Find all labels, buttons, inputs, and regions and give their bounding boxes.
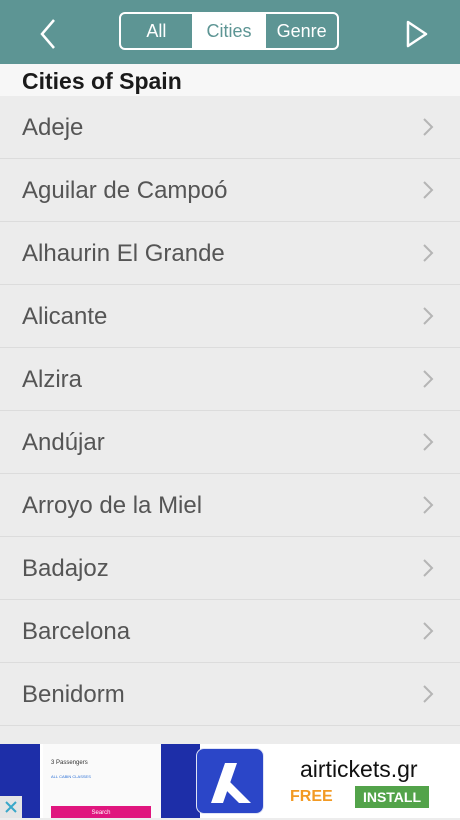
list-item-label: Badajoz bbox=[22, 555, 109, 582]
list-item-label: Alzira bbox=[22, 366, 83, 393]
list-item-label: Aguilar de Campoó bbox=[22, 177, 228, 204]
chevron-right-icon bbox=[423, 370, 434, 388]
section-header: Cities of Spain bbox=[0, 64, 460, 96]
list-item[interactable]: Alhaurin El Grande bbox=[0, 222, 460, 285]
ad-close-button[interactable] bbox=[0, 796, 22, 818]
chevron-right-icon bbox=[423, 307, 434, 325]
list-item-label: Arroyo de la Miel bbox=[22, 492, 203, 519]
back-button[interactable] bbox=[28, 14, 68, 54]
ad-free-label: FREE bbox=[290, 788, 333, 805]
chevron-right-icon bbox=[423, 433, 434, 451]
ad-class-text: ALL CABIN CLASSES bbox=[51, 774, 91, 779]
ad-search-text: Search bbox=[51, 806, 151, 818]
airtickets-logo-icon bbox=[196, 748, 264, 814]
chevron-right-icon bbox=[423, 118, 434, 136]
play-outline-icon bbox=[406, 20, 428, 48]
chevron-right-icon bbox=[423, 622, 434, 640]
section-title: Cities of Spain bbox=[22, 68, 182, 94]
ad-phone-mockup: 3 Passengers ALL CABIN CLASSES Search bbox=[40, 744, 161, 818]
list-item-label: Adeje bbox=[22, 114, 84, 141]
city-list: Adeje Aguilar de Campoó Alhaurin El Grande… bbox=[0, 96, 460, 744]
list-item[interactable]: Aguilar de Campoó bbox=[0, 159, 460, 222]
list-item[interactable]: Andújar bbox=[0, 411, 460, 474]
navigation-bar: All Cities Genre bbox=[0, 0, 460, 64]
chevron-right-icon bbox=[423, 685, 434, 703]
list-item[interactable]: Arroyo de la Miel bbox=[0, 474, 460, 537]
list-item-label: Barcelona bbox=[22, 618, 131, 645]
list-item-label: Benidorm bbox=[22, 681, 125, 708]
list-item[interactable]: Badajoz bbox=[0, 537, 460, 600]
chevron-right-icon bbox=[423, 181, 434, 199]
list-item-label: Andújar bbox=[22, 429, 105, 456]
filter-segmented-control: All Cities Genre bbox=[119, 12, 339, 50]
chevron-right-icon bbox=[423, 244, 434, 262]
ad-screenshot: 3 Passengers ALL CABIN CLASSES Search bbox=[0, 744, 200, 818]
list-item[interactable]: Alicante bbox=[0, 285, 460, 348]
list-item-label: Alicante bbox=[22, 303, 108, 330]
segment-genre[interactable]: Genre bbox=[264, 14, 337, 48]
segment-cities[interactable]: Cities bbox=[191, 14, 265, 48]
ad-title: airtickets.gr bbox=[300, 756, 418, 782]
forward-button[interactable] bbox=[396, 14, 436, 54]
list-item[interactable]: Adeje bbox=[0, 96, 460, 159]
ad-banner[interactable]: 3 Passengers ALL CABIN CLASSES Search ai… bbox=[0, 744, 460, 818]
segment-all[interactable]: All bbox=[121, 14, 192, 48]
ad-passengers-text: 3 Passengers bbox=[51, 760, 88, 766]
chevron-right-icon bbox=[423, 496, 434, 514]
close-icon bbox=[5, 801, 17, 813]
ad-install-button[interactable]: INSTALL bbox=[355, 786, 429, 808]
list-item[interactable]: Alzira bbox=[0, 348, 460, 411]
list-item-label: Alhaurin El Grande bbox=[22, 240, 225, 267]
list-item[interactable]: Benidorm bbox=[0, 663, 460, 726]
list-item[interactable]: Barcelona bbox=[0, 600, 460, 663]
chevron-right-icon bbox=[423, 559, 434, 577]
chevron-left-icon bbox=[40, 19, 55, 49]
